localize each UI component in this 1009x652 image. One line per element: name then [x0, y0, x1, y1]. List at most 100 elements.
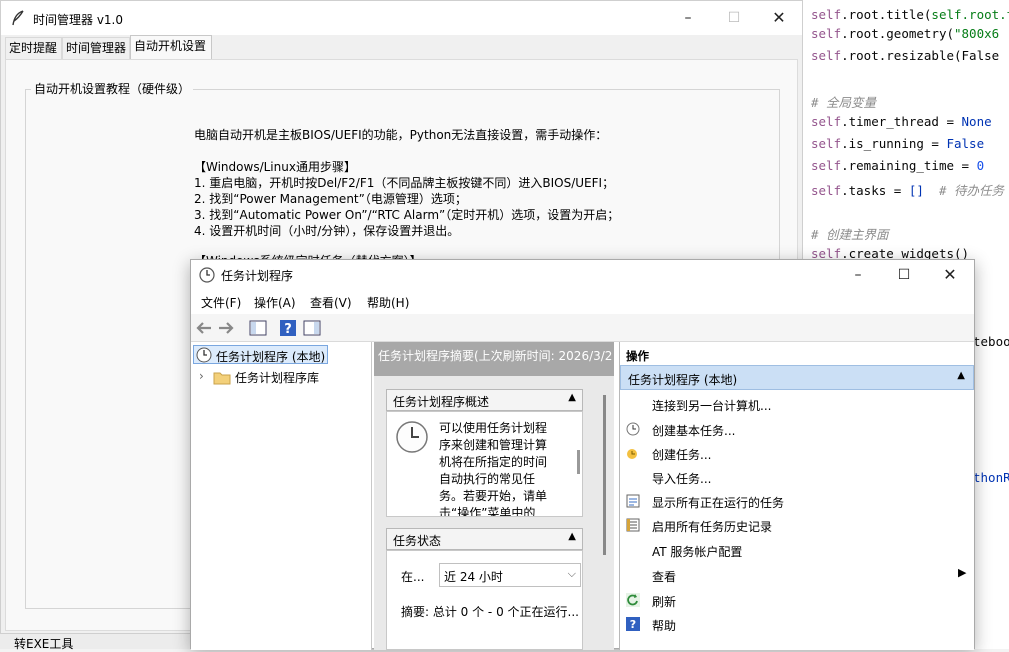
submenu-arrow-icon[interactable]: ▶ — [958, 566, 966, 579]
summary-scrollbar-thumb[interactable] — [603, 395, 606, 555]
show-hide-action-pane-icon[interactable] — [303, 319, 321, 337]
actions-section-title: 任务计划程序 (本地) — [628, 373, 738, 387]
tutorial-frame-title: 自动开机设置教程（硬件级） — [31, 80, 194, 97]
code-line: self.root.geometry("800x6 — [811, 26, 1000, 41]
code-line: # 创建主界面 — [811, 227, 889, 242]
forward-arrow-icon[interactable] — [217, 319, 235, 337]
action-label: 帮助 — [652, 619, 677, 633]
tutorial-line: 2. 找到“Power Management”（电源管理）选项； — [194, 192, 467, 206]
console-tree: 任务计划程序 (本地) › 任务计划程序库 — [191, 342, 372, 650]
overview-title: 任务计划程序概述 — [393, 395, 490, 409]
action-label: 导入任务... — [652, 472, 712, 486]
status-summary: 摘要: 总计 0 个 - 0 个正在运行... — [401, 605, 579, 619]
actions-section-header[interactable]: 任务计划程序 (本地) ▲ — [620, 365, 974, 390]
collapse-arrow-icon[interactable]: ▲ — [957, 370, 965, 381]
feather-icon — [12, 10, 24, 26]
menu-action[interactable]: 操作(A) — [254, 294, 296, 311]
show-hide-console-tree-icon[interactable] — [249, 319, 267, 337]
tree-item-local[interactable]: 任务计划程序 (本地) — [193, 345, 328, 364]
chevron-right-icon[interactable]: › — [199, 369, 204, 383]
overview-line: 务。若要开始，请单 — [439, 489, 548, 503]
tk-window-title: 时间管理器 v1.0 — [33, 13, 124, 27]
time-range-select[interactable]: 近 24 小时 ⌵ — [439, 563, 581, 587]
close-button[interactable]: ✕ — [756, 1, 802, 35]
action-label: 刷新 — [652, 595, 677, 609]
summary-header-text: 任务计划程序摘要(上次刷新时间: 2026/3/2 — [378, 349, 613, 363]
overview-line: 击“操作”菜单中的 — [439, 506, 536, 517]
collapse-arrow-icon[interactable]: ▲ — [568, 392, 576, 403]
overview-scrollbar-thumb[interactable] — [577, 450, 580, 474]
status-title: 任务状态 — [393, 534, 442, 548]
action-label: 查看 — [652, 570, 677, 584]
tree-item-label: 任务计划程序 (本地) — [216, 350, 326, 364]
code-line: self.root.title(self.root.title("时间管理器 — [811, 4, 1009, 23]
code-line-text: self.root.title("时间管理器 — [931, 7, 1009, 22]
create-basic-task-icon — [626, 422, 640, 436]
tutorial-line: 3. 找到“Automatic Power On”/“RTC Alarm”（定时… — [194, 208, 620, 222]
overview-line: 可以使用任务计划程 — [439, 421, 548, 435]
overview-line: 自动执行的常见任 — [439, 472, 536, 486]
overview-section-header[interactable]: 任务计划程序概述 ▲ — [386, 389, 583, 411]
tutorial-line: 1. 重启电脑，开机时按Del/F2/F1（不同品牌主板按键不同）进入BIOS/… — [194, 176, 615, 190]
chevron-down-icon[interactable]: ⌵ — [568, 567, 576, 581]
tk-titlebar[interactable]: 时间管理器 v1.0 – ☐ ✕ — [1, 1, 802, 35]
ts-maximize-button[interactable]: ☐ — [881, 260, 927, 290]
tutorial-line: 4. 设置开机时间（小时/分钟），保存设置并退出。 — [194, 224, 460, 238]
action-label: 启用所有任务历史记录 — [652, 520, 773, 534]
toolbar: ? — [191, 314, 974, 342]
minimize-button[interactable]: – — [665, 1, 711, 35]
tree-item-label: 任务计划程序库 — [235, 371, 320, 385]
menu-view[interactable]: 查看(V) — [310, 294, 352, 311]
code-line: self.timer_thread = None — [811, 114, 992, 129]
folder-icon — [213, 372, 231, 385]
taskbar-strip: 转EXE工具 — [0, 634, 190, 652]
action-label: 显示所有正在运行的任务 — [652, 496, 785, 510]
clock-icon — [196, 347, 212, 363]
action-label: 创建任务... — [652, 448, 712, 462]
overview-line: 序来创建和管理计算 — [439, 438, 548, 452]
action-label: AT 服务帐户配置 — [652, 545, 743, 559]
tab-time-manager[interactable]: 时间管理器 — [62, 37, 130, 59]
ts-minimize-button[interactable]: – — [835, 260, 881, 290]
code-line: self.is_running = False — [811, 136, 985, 151]
ts-close-button[interactable]: ✕ — [927, 260, 973, 290]
tab-auto-boot[interactable]: 自动开机设置 — [130, 35, 212, 59]
help-icon: ? — [626, 617, 640, 631]
status-section-header[interactable]: 任务状态 ▲ — [386, 528, 583, 550]
svg-text:?: ? — [284, 322, 292, 337]
tutorial-line: 电脑自动开机是主板BIOS/UEFI的功能，Python无法直接设置，需手动操作… — [194, 128, 608, 142]
ts-titlebar[interactable]: 任务计划程序 – ☐ ✕ — [191, 260, 974, 290]
time-range-value: 近 24 小时 — [444, 570, 503, 584]
collapse-arrow-icon[interactable]: ▲ — [568, 531, 576, 542]
clock-icon — [396, 421, 428, 453]
summary-pane: 任务计划程序摘要(上次刷新时间: 2026/3/2 任务计划程序概述 ▲ 可以使… — [374, 342, 614, 650]
ts-window-title: 任务计划程序 — [221, 269, 294, 283]
code-line: tebook — [973, 334, 1009, 349]
taskbar-item-label[interactable]: 转EXE工具 — [14, 635, 73, 652]
overview-body: 可以使用任务计划程 序来创建和管理计算 机将在所指定的时间 自动执行的常见任 务… — [386, 411, 583, 517]
action-label: 创建基本任务... — [652, 424, 736, 438]
summary-header: 任务计划程序摘要(上次刷新时间: 2026/3/2 — [374, 342, 614, 376]
menu-file[interactable]: 文件(F) — [201, 294, 241, 311]
tab-timer-reminder[interactable]: 定时提醒 — [5, 37, 62, 59]
code-line: # 全局变量 — [811, 95, 877, 110]
tree-item-library[interactable]: › 任务计划程序库 — [195, 368, 365, 386]
code-line: self.tasks = [] # 待办任务 — [811, 183, 1005, 198]
create-task-icon — [627, 449, 637, 459]
code-line: thonR — [973, 470, 1009, 485]
status-label: 在... — [401, 570, 425, 584]
maximize-button[interactable]: ☐ — [711, 1, 757, 35]
overview-line: 机将在所指定的时间 — [439, 455, 548, 469]
code-line: self.remaining_time = 0 — [811, 158, 985, 173]
back-arrow-icon[interactable] — [195, 319, 213, 337]
menu-bar: 文件(F) 操作(A) 查看(V) 帮助(H) — [191, 290, 974, 314]
action-label: 连接到另一台计算机... — [652, 399, 772, 413]
status-body: 在... 近 24 小时 ⌵ 摘要: 总计 0 个 - 0 个正在运行... — [386, 550, 583, 650]
task-scheduler-window: 任务计划程序 – ☐ ✕ 文件(F) 操作(A) 查看(V) 帮助(H) ? 任… — [190, 259, 975, 650]
actions-pane: 操作 任务计划程序 (本地) ▲ 连接到另一台计算机... 创建基本任务... … — [619, 342, 974, 650]
actions-header: 操作 — [626, 349, 649, 363]
help-icon[interactable]: ? — [279, 319, 297, 337]
refresh-icon — [626, 593, 640, 607]
menu-help[interactable]: 帮助(H) — [367, 294, 409, 311]
code-line: self.root.resizable(False — [811, 48, 1000, 63]
